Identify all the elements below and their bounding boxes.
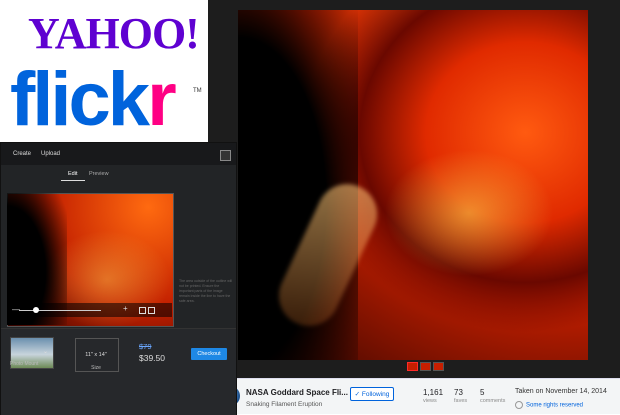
photo-page xyxy=(208,0,620,413)
flickr-logo: flickr xyxy=(10,62,177,138)
taken-date: Taken on November 14, 2014 xyxy=(515,388,607,395)
main-photo[interactable] xyxy=(238,10,588,360)
editor-tabs: Edit Preview xyxy=(1,165,236,181)
zoom-slider-knob[interactable] xyxy=(33,307,39,313)
nav-upload[interactable]: Upload xyxy=(41,151,60,157)
stat-label: comments xyxy=(480,398,506,404)
photo-title: Snaking Filament Eruption xyxy=(246,401,323,408)
tab-edit[interactable]: Edit xyxy=(68,171,77,177)
stat-faves: 73 faves xyxy=(454,388,467,404)
following-button[interactable]: ✓ Following xyxy=(350,387,394,401)
yahoo-logo: YAHOO! xyxy=(28,9,200,58)
stat-value: 1,161 xyxy=(423,388,444,397)
checkout-button[interactable]: Checkout xyxy=(191,348,227,360)
print-editor-window: Create Upload Edit Preview — + The area … xyxy=(0,142,237,415)
stat-comments: 5 comments xyxy=(480,388,505,404)
frame-icon[interactable] xyxy=(139,307,146,314)
nav-create[interactable]: Create xyxy=(13,151,31,157)
sale-price: $39.50 xyxy=(139,353,165,363)
license-label: Some rights reserved xyxy=(526,402,584,409)
thumbnail[interactable] xyxy=(420,362,431,371)
rotate-icon[interactable] xyxy=(148,307,155,314)
zoom-slider-track[interactable] xyxy=(19,310,101,311)
original-price: $79 xyxy=(139,342,152,351)
editor-topbar: Create Upload xyxy=(1,143,236,165)
stat-label: faves xyxy=(454,398,468,404)
trademark-mark: TM xyxy=(193,88,202,94)
active-tab-indicator xyxy=(61,180,85,181)
stat-value: 73 xyxy=(454,388,463,397)
flickr-logo-blue: flick xyxy=(10,57,150,142)
chevron-down-icon[interactable]: ⌄ xyxy=(43,348,48,355)
flickr-logo-pink: r xyxy=(147,57,177,142)
license-link[interactable]: Some rights reserved xyxy=(515,401,583,409)
photo-info-bar: NASA Goddard Space Fli... Snaking Filame… xyxy=(208,378,620,414)
safe-area-note: The area outside of the outline will not… xyxy=(179,279,233,303)
size-value: 11" x 14" xyxy=(85,352,107,358)
stat-value: 5 xyxy=(480,388,485,397)
zoom-in-button[interactable]: + xyxy=(123,305,128,313)
mount-label: Photo Mount xyxy=(10,361,39,367)
stat-views: 1,161 views xyxy=(423,388,443,404)
thumbnail[interactable] xyxy=(433,362,444,371)
owner-name[interactable]: NASA Goddard Space Fli... xyxy=(246,388,348,397)
thumbnail[interactable] xyxy=(407,362,418,371)
tab-preview[interactable]: Preview xyxy=(89,171,109,177)
info-icon xyxy=(515,401,523,409)
search-icon[interactable] xyxy=(220,150,231,161)
thumbnail-strip xyxy=(407,362,444,371)
size-label: Size xyxy=(91,365,101,371)
stat-label: views xyxy=(423,398,437,404)
